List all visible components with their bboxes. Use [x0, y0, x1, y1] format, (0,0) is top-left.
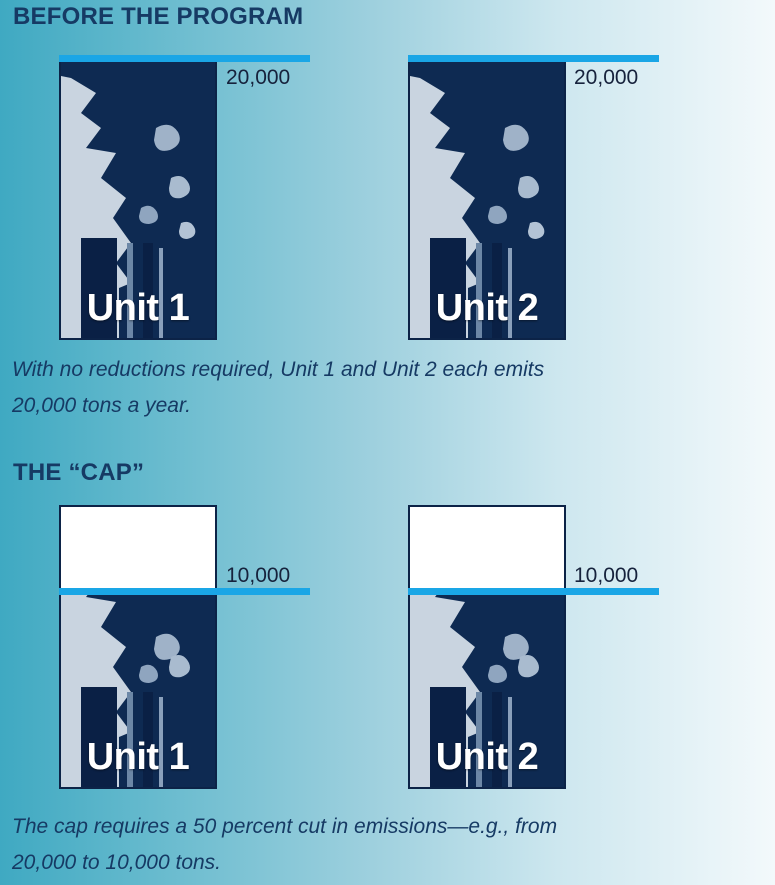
cap-caption-line-1: The cap requires a 50 percent cut in emi…	[12, 815, 558, 838]
cap-unit-1-cap-line	[59, 588, 310, 595]
before-caption-line-1: With no reductions required, Unit 1 and …	[12, 358, 545, 381]
before-caption-line-2: 20,000 tons a year.	[12, 394, 192, 417]
before-unit-1-amount: 20,000	[226, 66, 291, 89]
before-unit-1-emission-line	[59, 55, 310, 62]
cap-unit-2-image: Unit 2	[408, 505, 566, 789]
before-unit-2-emission-line	[408, 55, 659, 62]
cap-unit-2-amount: 10,000	[574, 564, 639, 587]
cap-caption-line-2: 20,000 to 10,000 tons.	[12, 851, 222, 874]
before-unit-2-image: Unit 2	[408, 56, 566, 340]
cap-unit-1-image: Unit 1	[59, 505, 217, 789]
unit-label: Unit 2	[435, 736, 539, 778]
before-heading: BEFORE THE PROGRAM	[13, 3, 304, 30]
cap-unit-2-reduced-area	[410, 507, 564, 589]
unit-label: Unit 1	[86, 736, 190, 778]
unit-label: Unit 2	[435, 287, 539, 329]
cap-caption: The cap requires a 50 percent cut in emi…	[12, 809, 752, 881]
cap-heading: THE “CAP”	[13, 459, 145, 486]
cap-unit-1-amount: 10,000	[226, 564, 291, 587]
before-unit-2-amount: 20,000	[574, 66, 639, 89]
cap-unit-2-cap-line	[408, 588, 659, 595]
before-caption: With no reductions required, Unit 1 and …	[12, 352, 752, 424]
cap-unit-1-reduced-area	[61, 507, 215, 589]
before-unit-1-image: Unit 1	[59, 56, 217, 340]
unit-label: Unit 1	[86, 287, 190, 329]
